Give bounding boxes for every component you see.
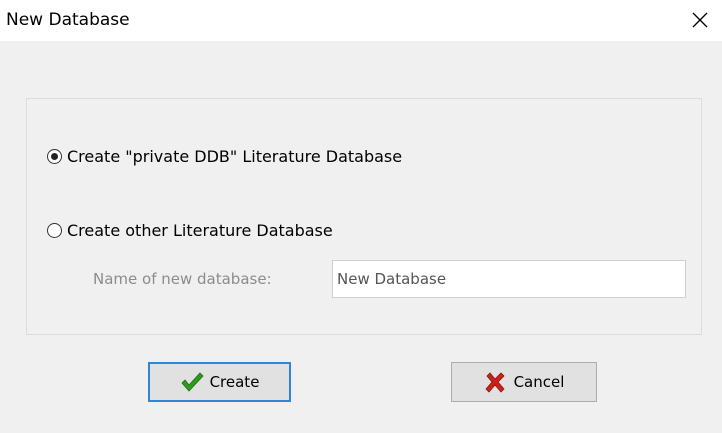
create-button[interactable]: Create: [148, 362, 291, 402]
database-name-label: Name of new database:: [93, 270, 272, 288]
option-other-database[interactable]: Create other Literature Database: [47, 221, 333, 240]
title-bar: New Database: [0, 0, 722, 41]
cancel-button[interactable]: Cancel: [451, 362, 597, 402]
green-checkmark-icon: [180, 371, 204, 393]
window-title: New Database: [6, 10, 130, 30]
database-name-input[interactable]: [332, 260, 686, 298]
close-icon: [692, 12, 708, 28]
option-private-ddb-label: Create "private DDB" Literature Database: [67, 147, 403, 166]
radio-other-database[interactable]: [47, 223, 62, 238]
option-other-database-label: Create other Literature Database: [67, 221, 333, 240]
option-private-ddb[interactable]: Create "private DDB" Literature Database: [47, 147, 402, 166]
cancel-button-label: Cancel: [513, 373, 565, 391]
create-button-label: Create: [209, 373, 260, 391]
red-x-icon: [484, 371, 508, 393]
new-database-dialog: New Database Create "private DDB" Litera…: [0, 0, 722, 433]
close-button[interactable]: [676, 0, 722, 41]
radio-private-ddb[interactable]: [47, 149, 62, 164]
options-group: Create "private DDB" Literature Database…: [26, 98, 702, 335]
